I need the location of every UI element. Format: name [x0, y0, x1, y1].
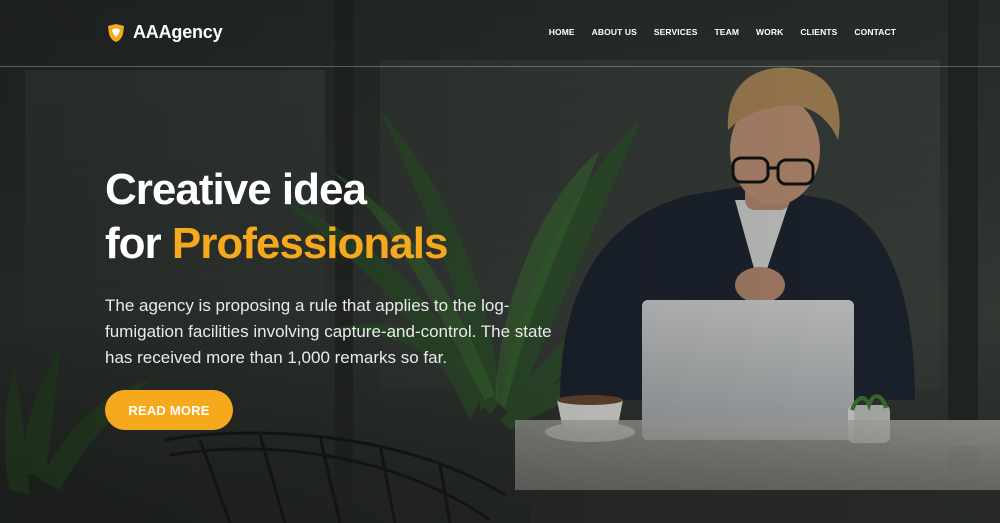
- nav-item-work[interactable]: WORK: [756, 27, 783, 37]
- nav-item-about-us[interactable]: ABOUT US: [592, 27, 637, 37]
- hero-title-prefix: for: [105, 219, 162, 268]
- hero-title-accent: Professionals: [171, 219, 449, 268]
- nav-item-home[interactable]: HOME: [549, 27, 575, 37]
- hero-title: Creative idea for Professionals: [105, 163, 585, 271]
- main-navigation: HOME ABOUT US SERVICES TEAM WORK CLIENTS…: [549, 27, 896, 37]
- brand-logo[interactable]: AAAgency: [106, 22, 223, 43]
- nav-item-contact[interactable]: CONTACT: [854, 27, 896, 37]
- nav-item-services[interactable]: SERVICES: [654, 27, 698, 37]
- read-more-button[interactable]: READ MORE: [105, 390, 233, 430]
- site-header: AAAgency HOME ABOUT US SERVICES TEAM WOR…: [0, 0, 1000, 67]
- brand-name: AAAgency: [133, 22, 223, 42]
- nav-item-clients[interactable]: CLIENTS: [800, 27, 837, 37]
- nav-item-team[interactable]: TEAM: [715, 27, 739, 37]
- shield-logo-icon: [106, 23, 126, 43]
- hero-content: Creative idea for Professionals The agen…: [105, 163, 585, 371]
- hero-description: The agency is proposing a rule that appl…: [105, 296, 552, 367]
- hero-title-line1: Creative idea: [105, 165, 367, 214]
